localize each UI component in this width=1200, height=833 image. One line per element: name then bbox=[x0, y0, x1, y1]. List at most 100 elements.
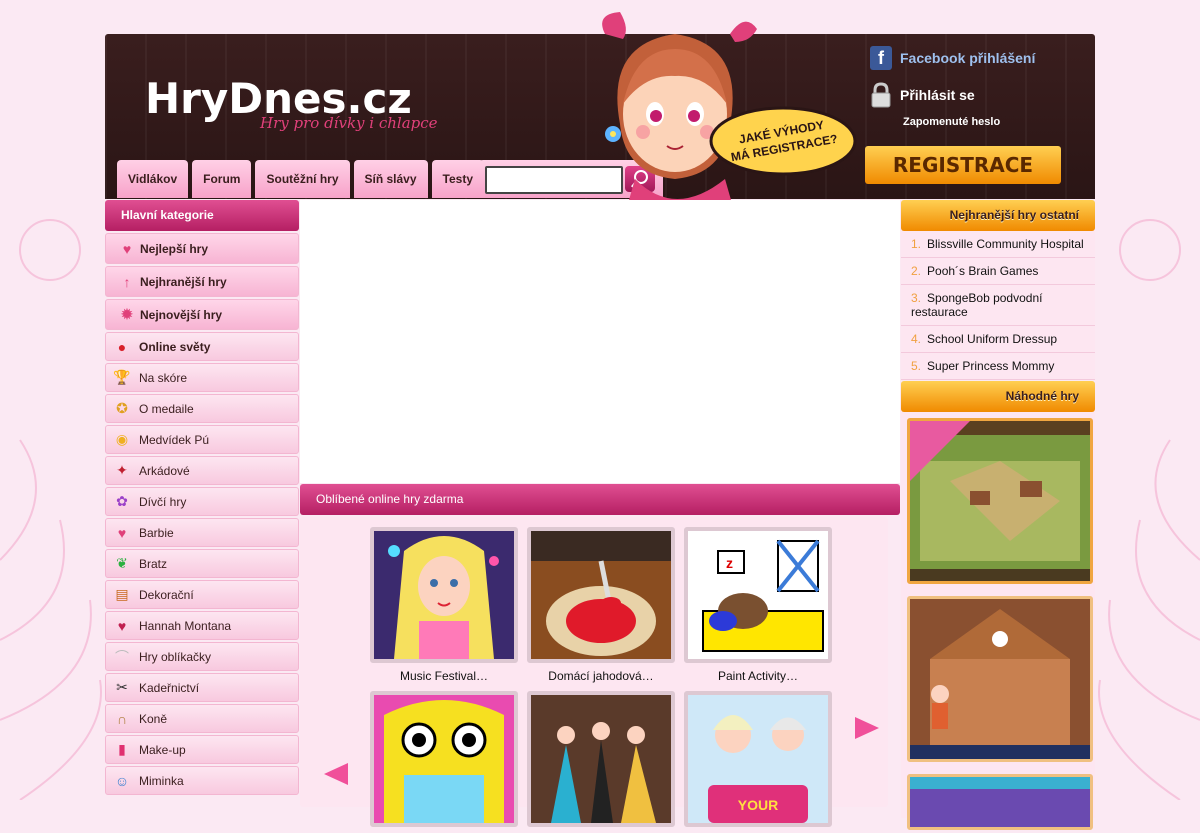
login-row[interactable]: Přihlásit se bbox=[870, 82, 1080, 108]
category-make-up[interactable]: ▮ Make-up bbox=[105, 735, 299, 764]
login-area: f Facebook přihlášení Přihlásit se Zapom… bbox=[870, 46, 1080, 128]
game-card[interactable] bbox=[370, 691, 518, 833]
left-sidebar: Hlavní kategorie ♥ Nejlepší hry ↑ Nejhraněj… bbox=[105, 200, 299, 795]
rank-number: 5. bbox=[911, 359, 922, 373]
game-title[interactable]: Music Festival… bbox=[370, 669, 518, 683]
category-medvídek-pú[interactable]: ◉ Medvídek Pú bbox=[105, 425, 299, 454]
ad-space bbox=[300, 200, 900, 483]
angry-bird-icon: ● bbox=[117, 338, 127, 355]
game-title[interactable]: Domácí jahodová… bbox=[527, 669, 675, 683]
random-games-heading: Náhodné hry bbox=[901, 381, 1095, 412]
game-link[interactable]: SpongeBob podvodní restaurace bbox=[911, 291, 1042, 319]
heart-icon: ♥ bbox=[122, 240, 132, 257]
category-na-skóre[interactable]: 🏆 Na skóre bbox=[105, 363, 299, 392]
category-koně[interactable]: ∩ Koně bbox=[105, 704, 299, 733]
game-thumbnail[interactable]: z bbox=[684, 527, 832, 663]
nav-item-soutezni-hry[interactable]: Soutěžní hry bbox=[255, 160, 350, 198]
palette-icon: ▤ bbox=[115, 586, 129, 602]
category-label: Na skóre bbox=[139, 370, 188, 385]
category-label: Nejhranější hry bbox=[140, 274, 227, 289]
category-o-medaile[interactable]: ✪ O medaile bbox=[105, 394, 299, 423]
register-button[interactable]: REGISTRACE bbox=[865, 146, 1061, 184]
category-label: Miminka bbox=[139, 773, 184, 788]
category-label: Medvídek Pú bbox=[139, 432, 210, 447]
horseshoe-icon: ∩ bbox=[116, 710, 128, 727]
category-label: Hry oblíkačky bbox=[139, 649, 212, 664]
registration-bubble[interactable]: JAKÉ VÝHODY MÁ REGISTRACE? bbox=[708, 106, 858, 176]
category-nejlepší-hry[interactable]: ♥ Nejlepší hry bbox=[105, 233, 299, 264]
baby-icon: ☺ bbox=[114, 772, 130, 789]
forgot-password-link[interactable]: Zapomenuté heslo bbox=[903, 116, 1080, 128]
category-label: Dívčí hry bbox=[139, 494, 187, 509]
category-miminka[interactable]: ☺ Miminka bbox=[105, 766, 299, 795]
category-online-světy[interactable]: ● Online světy bbox=[105, 332, 299, 361]
category-kadeřnictví[interactable]: ✂ Kadeřnictví bbox=[105, 673, 299, 702]
game-thumbnail[interactable] bbox=[370, 527, 518, 663]
most-played-item[interactable]: 3. SpongeBob podvodní restaurace bbox=[901, 285, 1095, 326]
nav-item-forum[interactable]: Forum bbox=[192, 160, 252, 198]
game-link[interactable]: Pooh´s Brain Games bbox=[927, 264, 1038, 278]
rank-number: 3. bbox=[911, 291, 922, 305]
facebook-login-row[interactable]: f Facebook přihlášení bbox=[870, 46, 1080, 70]
heart-guitar-icon: ♥ bbox=[117, 617, 127, 634]
lipstick-icon: ▮ bbox=[118, 741, 126, 757]
category-label: Hannah Montana bbox=[139, 618, 232, 633]
flower-icon: ✿ bbox=[116, 493, 128, 509]
popular-games-heading: Oblíbené online hry zdarma bbox=[300, 484, 900, 515]
game-card[interactable]: Music Festival… bbox=[370, 527, 518, 683]
most-played-item[interactable]: 2. Pooh´s Brain Games bbox=[901, 258, 1095, 285]
category-hannah-montana[interactable]: ♥ Hannah Montana bbox=[105, 611, 299, 640]
right-sidebar: Nejhranější hry ostatní 1. Blissville Com… bbox=[901, 200, 1095, 830]
category-nejhranější-hry[interactable]: ↑ Nejhranější hry bbox=[105, 266, 299, 297]
honey-pot-icon: ◉ bbox=[115, 431, 129, 447]
scissors-icon: ✂ bbox=[116, 679, 128, 695]
rank-number: 4. bbox=[911, 332, 922, 346]
game-card[interactable]: Domácí jahodová… bbox=[527, 527, 675, 683]
nav-item-sin-slavy[interactable]: Síň slávy bbox=[353, 160, 428, 198]
category-label: Online světy bbox=[139, 339, 211, 354]
game-card[interactable]: z Paint Activity… bbox=[684, 527, 832, 683]
game-link[interactable]: Blissville Community Hospital bbox=[927, 237, 1084, 251]
trophy-icon: 🏆 bbox=[113, 369, 131, 385]
game-thumbnail[interactable] bbox=[370, 691, 518, 827]
random-game-thumbnail[interactable] bbox=[907, 774, 1093, 830]
game-link[interactable]: School Uniform Dressup bbox=[927, 332, 1057, 346]
game-title[interactable]: Paint Activity… bbox=[684, 669, 832, 683]
prev-arrow-icon[interactable] bbox=[324, 763, 348, 785]
category-barbie[interactable]: ♥ Barbie bbox=[105, 518, 299, 547]
category-label: Arkádové bbox=[139, 463, 190, 478]
game-card[interactable] bbox=[527, 691, 675, 833]
star-burst-icon: ✹ bbox=[121, 306, 133, 322]
game-card[interactable]: YOUR bbox=[684, 691, 832, 833]
login-link[interactable]: Přihlásit se bbox=[900, 87, 975, 103]
game-thumbnail[interactable]: YOUR bbox=[684, 691, 832, 827]
category-nejnovější-hry[interactable]: ✹ Nejnovější hry bbox=[105, 299, 299, 330]
heart-badge-icon: ♥ bbox=[117, 524, 127, 541]
most-played-item[interactable]: 5. Super Princess Mommy bbox=[901, 353, 1095, 380]
most-played-item[interactable]: 1. Blissville Community Hospital bbox=[901, 231, 1095, 258]
facebook-login-link[interactable]: Facebook přihlášení bbox=[900, 50, 1035, 66]
category-hry-oblíkačky[interactable]: ⌒ Hry oblíkačky bbox=[105, 642, 299, 671]
category-label: O medaile bbox=[139, 401, 194, 416]
svg-text:YOUR: YOUR bbox=[738, 797, 778, 813]
game-thumbnail[interactable] bbox=[527, 527, 675, 663]
facebook-icon: f bbox=[870, 46, 892, 70]
random-game-thumbnail[interactable] bbox=[907, 418, 1093, 584]
site-header: HryDnes.cz Hry pro dívky i chlapce Vidlá… bbox=[105, 12, 1095, 214]
nav-item-testy[interactable]: Testy bbox=[431, 160, 484, 198]
game-thumbnail[interactable] bbox=[527, 691, 675, 827]
category-label: Nejnovější hry bbox=[140, 307, 223, 322]
category-arkádové[interactable]: ✦ Arkádové bbox=[105, 456, 299, 485]
category-bratz[interactable]: ❦ Bratz bbox=[105, 549, 299, 578]
category-dívčí-hry[interactable]: ✿ Dívčí hry bbox=[105, 487, 299, 516]
medal-icon: ✪ bbox=[116, 400, 128, 416]
game-link[interactable]: Super Princess Mommy bbox=[927, 359, 1054, 373]
rank-number: 2. bbox=[911, 264, 922, 278]
nav-item-vidlakov[interactable]: Vidlákov bbox=[117, 160, 189, 198]
category-label: Bratz bbox=[139, 556, 168, 571]
most-played-item[interactable]: 4. School Uniform Dressup bbox=[901, 326, 1095, 353]
joystick-icon: ✦ bbox=[116, 462, 128, 478]
most-played-heading: Nejhranější hry ostatní bbox=[901, 200, 1095, 231]
category-dekorační[interactable]: ▤ Dekorační bbox=[105, 580, 299, 609]
random-game-thumbnail[interactable] bbox=[907, 596, 1093, 762]
